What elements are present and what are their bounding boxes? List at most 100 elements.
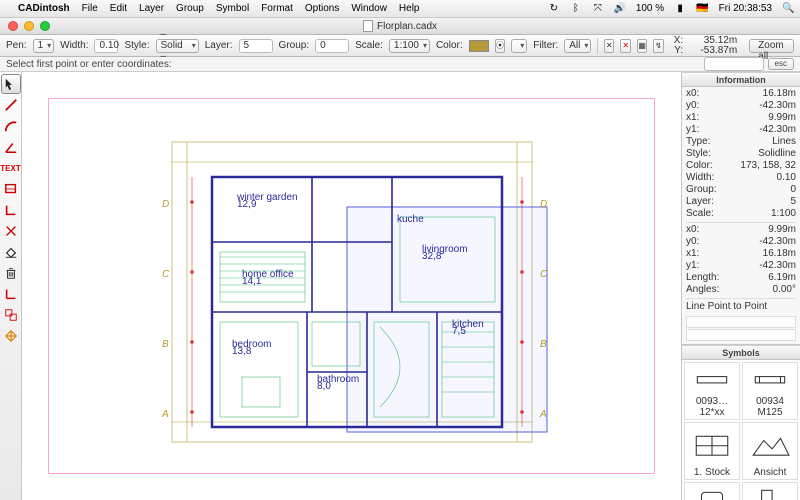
tool-text[interactable]: TEXT xyxy=(1,158,21,178)
command-input[interactable] xyxy=(704,57,764,71)
tool-corner[interactable] xyxy=(1,200,21,220)
symbol-item[interactable]: Bade…rank1 xyxy=(742,482,798,500)
pen-select[interactable]: 1 xyxy=(33,39,55,53)
dim-label-b-left: B xyxy=(162,339,169,350)
dim-label-c-right: C xyxy=(540,269,548,280)
tool-angle[interactable] xyxy=(1,137,21,157)
menu-window[interactable]: Window xyxy=(351,3,387,14)
right-sidebar: Information x0:16.18my0:-42.30mx1:9.99my… xyxy=(682,72,800,500)
bluetooth-icon: ᛒ xyxy=(570,3,582,14)
style-select[interactable]: – Solid – xyxy=(156,39,199,53)
info-row: Style:Solidline xyxy=(686,148,796,160)
svg-text:32,8: 32,8 xyxy=(422,251,442,262)
symbols-panel: 0093…12*xx 00934 M125 1. Stock Ansicht B… xyxy=(682,360,800,500)
info-rows1: x0:16.18my0:-42.30mx1:9.99my1:-42.30mTyp… xyxy=(686,88,796,220)
snap-axis-button[interactable]: ↯ xyxy=(653,39,663,53)
spotlight-icon[interactable]: 🔍 xyxy=(782,3,794,14)
minimize-window-button[interactable] xyxy=(24,21,34,31)
snap-grid-button[interactable]: ▦ xyxy=(637,39,647,53)
coord-y-value: -53.87m xyxy=(693,46,737,56)
info-rows2: x0:9.99my0:-42.30mx1:16.18my1:-42.30mLen… xyxy=(686,222,796,296)
esc-button[interactable]: esc xyxy=(768,58,794,70)
width-field[interactable]: 0.10 xyxy=(94,39,118,53)
snap-intersection-button[interactable]: ✕ xyxy=(620,39,630,53)
color-swatch[interactable] xyxy=(469,40,489,52)
svg-text:12,9: 12,9 xyxy=(237,199,257,210)
symbol-item[interactable]: 00934 M125 xyxy=(742,362,798,420)
group-label: Group: xyxy=(279,40,310,51)
menu-edit[interactable]: Edit xyxy=(110,3,127,14)
menu-options[interactable]: Options xyxy=(305,3,339,14)
info-row: Type:Lines xyxy=(686,136,796,148)
dim-label-b-right: B xyxy=(540,339,547,350)
color-picker-button[interactable]: ⦿ xyxy=(495,39,505,53)
info-panel: x0:16.18my0:-42.30mx1:9.99my1:-42.30mTyp… xyxy=(682,87,800,345)
snap-endpoint-button[interactable]: ✕ xyxy=(604,39,614,53)
info-row: y0:-42.30m xyxy=(686,236,796,248)
tool-ortho[interactable] xyxy=(1,284,21,304)
info-row: Layer:5 xyxy=(686,196,796,208)
info-row: Angles:0.00° xyxy=(686,284,796,296)
menu-format[interactable]: Format xyxy=(261,3,293,14)
tool-palette: TEXT xyxy=(0,72,22,500)
info-row: y0:-42.30m xyxy=(686,100,796,112)
options-bar: Pen: 1 Width: 0.10 Style: – Solid – Laye… xyxy=(0,35,800,57)
info-row: Length:6.19m xyxy=(686,272,796,284)
info-row: Color:173, 158, 32 xyxy=(686,160,796,172)
symbol-item[interactable]: 0093…12*xx xyxy=(684,362,740,420)
menu-file[interactable]: File xyxy=(82,3,98,14)
filter-select[interactable]: All xyxy=(564,39,591,53)
close-window-button[interactable] xyxy=(8,21,18,31)
width-label: Width: xyxy=(60,40,88,51)
input-flag[interactable]: 🇩🇪 xyxy=(696,3,708,14)
info-row: x1:9.99m xyxy=(686,112,796,124)
symbol-item[interactable]: Bade…erade xyxy=(684,482,740,500)
filter-label: Filter: xyxy=(533,40,558,51)
color-mode-select[interactable] xyxy=(511,39,527,53)
battery-icon: ▮ xyxy=(674,3,686,14)
symbol-item[interactable]: 1. Stock xyxy=(684,422,740,480)
svg-text:14,1: 14,1 xyxy=(242,276,262,287)
tool-pointer[interactable] xyxy=(1,74,21,94)
floorplan-drawing: D C B A D C B A winter garden 12,9 home … xyxy=(142,122,562,462)
info-panel-header: Information xyxy=(682,72,800,87)
tool-arc[interactable] xyxy=(1,116,21,136)
volume-icon: 🔊 xyxy=(614,3,626,14)
status-bar: Select first point or enter coordinates:… xyxy=(0,57,800,72)
sync-icon: ↻ xyxy=(548,3,560,14)
tool-trash[interactable] xyxy=(1,263,21,283)
tool-pan[interactable] xyxy=(1,326,21,346)
menu-layer[interactable]: Layer xyxy=(139,3,164,14)
layer-label: Layer: xyxy=(205,40,233,51)
tool-rect[interactable] xyxy=(1,179,21,199)
svg-text:13,8: 13,8 xyxy=(232,346,252,357)
layer-field[interactable]: 5 xyxy=(239,39,273,53)
room-kuche: kuche xyxy=(397,214,424,225)
drawing-canvas[interactable]: D C B A D C B A winter garden 12,9 home … xyxy=(22,72,682,500)
coord-y-label: Y: xyxy=(674,45,683,56)
tool-trim[interactable] xyxy=(1,221,21,241)
tool-erase[interactable] xyxy=(1,242,21,262)
symbol-item[interactable]: Ansicht xyxy=(742,422,798,480)
menu-group[interactable]: Group xyxy=(176,3,204,14)
dim-label-c-left: C xyxy=(162,269,170,280)
coord-x-value: 35.12m xyxy=(693,36,737,46)
document-icon xyxy=(363,20,373,32)
battery-status: 100 % xyxy=(636,3,664,14)
color-label: Color: xyxy=(436,40,463,51)
menubar-clock[interactable]: Fri 20:38:53 xyxy=(719,3,772,14)
info-row: y1:-42.30m xyxy=(686,124,796,136)
menu-symbol[interactable]: Symbol xyxy=(216,3,249,14)
tool-line[interactable] xyxy=(1,95,21,115)
window-titlebar: Florplan.cadx xyxy=(0,18,800,35)
svg-text:8,0: 8,0 xyxy=(317,381,331,392)
menu-help[interactable]: Help xyxy=(399,3,420,14)
group-field[interactable]: 0 xyxy=(315,39,349,53)
tool-group[interactable] xyxy=(1,305,21,325)
zoom-window-button[interactable] xyxy=(40,21,50,31)
info-row: y1:-42.30m xyxy=(686,260,796,272)
app-menu[interactable]: CADintosh xyxy=(18,3,70,14)
scale-select[interactable]: 1:100 xyxy=(389,39,430,53)
document-title: Florplan.cadx xyxy=(377,21,437,32)
zoom-all-button[interactable]: Zoom all xyxy=(749,39,794,53)
